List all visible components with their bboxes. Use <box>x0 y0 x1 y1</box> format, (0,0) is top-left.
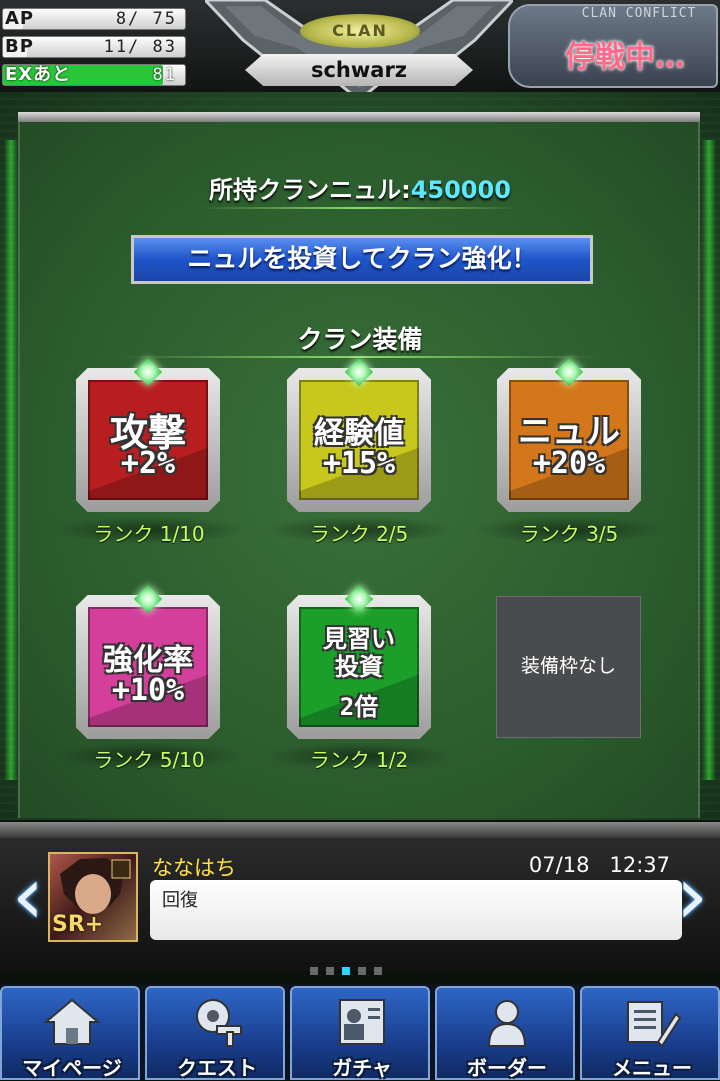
clan-nyuru-holdings: 所持クランニュル:450000 <box>0 170 720 205</box>
card-rank-apprentice-invest: ランク 1/2 <box>309 748 409 772</box>
pager-dot[interactable] <box>358 967 366 975</box>
quest-gear-icon <box>196 999 242 1047</box>
card-bonus: 2倍 <box>339 693 379 721</box>
ap-label: AP <box>5 8 35 29</box>
ex-value: 81 <box>152 65 177 85</box>
equip-card-exp[interactable]: 経験値 +15% <box>287 357 431 512</box>
right-circuit-glow <box>702 140 716 780</box>
prev-message-arrow-icon[interactable]: ‹ <box>12 850 44 942</box>
equip-card-enhance-rate[interactable]: 強化率 +10% <box>76 584 220 739</box>
card-bonus: +20% <box>532 446 606 481</box>
pager-dot[interactable] <box>342 967 350 975</box>
holdings-value: 450000 <box>410 176 511 204</box>
pager-dot[interactable] <box>310 967 318 975</box>
message-timestamp: 07/18 12:37 <box>529 853 670 877</box>
tab-gacha[interactable]: ガチャ <box>290 986 430 1080</box>
card-rank-nyuru: ランク 3/5 <box>519 522 619 546</box>
card-name: 見習い投資 <box>323 625 395 681</box>
clan-conflict-caption: CLAN CONFLICT <box>581 6 697 21</box>
clan-tag-badge: CLAN <box>300 14 420 48</box>
card-bonus: +10% <box>111 673 185 708</box>
holdings-label: 所持クランニュル: <box>209 176 411 204</box>
holdings-divider <box>200 207 520 209</box>
message-bubble: 回復 <box>150 880 682 940</box>
card-rank-enhance-rate: ランク 5/10 <box>93 748 205 772</box>
equip-card-apprentice-invest[interactable]: 見習い投資 2倍 <box>287 584 431 739</box>
left-circuit-glow <box>4 140 18 780</box>
bp-gauge: BP 11/ 83 <box>2 36 186 58</box>
card-bonus: +15% <box>322 446 396 481</box>
message-user-name[interactable]: ななはち <box>152 852 236 882</box>
ex-gauge: EXあと 81 <box>2 64 186 86</box>
tab-label: ガチャ <box>332 1056 392 1080</box>
bp-label: BP <box>5 36 34 57</box>
border-person-icon <box>487 1000 527 1047</box>
tab-border[interactable]: ボーダー <box>435 986 575 1080</box>
pager-dot[interactable] <box>374 967 382 975</box>
equip-card-attack[interactable]: 攻撃 +2% <box>76 357 220 512</box>
ex-label: EXあと <box>5 64 72 85</box>
tab-menu[interactable]: メニュー <box>580 986 720 1080</box>
empty-equip-slot[interactable]: 装備枠なし <box>496 596 641 738</box>
tab-mypage[interactable]: マイページ <box>0 986 140 1080</box>
message-date: 07/18 <box>528 853 590 877</box>
pager-dot[interactable] <box>326 967 334 975</box>
heading-divider <box>120 356 600 358</box>
panel-top-rail <box>18 112 700 122</box>
tab-quest[interactable]: クエスト <box>145 986 285 1080</box>
menu-tools-icon <box>627 1001 682 1048</box>
ap-gauge: AP 8/ 75 <box>2 8 186 30</box>
tab-label: クエスト <box>177 1056 257 1080</box>
ap-value: 8/ 75 <box>115 9 177 29</box>
clan-conflict-status: 停戦中… <box>565 40 685 75</box>
gacha-card-icon <box>339 999 385 1045</box>
tab-label: ボーダー <box>467 1056 547 1080</box>
invest-nyuru-button[interactable]: ニュルを投資してクラン強化！ <box>131 235 593 284</box>
message-panel-rail <box>0 822 720 838</box>
message-time: 12:37 <box>609 853 670 877</box>
clan-name: schwarz <box>310 58 408 82</box>
message-pager <box>310 967 410 975</box>
card-rarity-badge: SR+ <box>52 912 104 937</box>
home-icon <box>43 998 101 1045</box>
tab-label: マイページ <box>22 1056 122 1080</box>
equip-card-nyuru[interactable]: ニュル +20% <box>497 357 641 512</box>
card-bonus: +2% <box>120 446 176 481</box>
card-rank-exp: ランク 2/5 <box>309 522 409 546</box>
tab-label: メニュー <box>612 1056 692 1080</box>
card-rank-attack: ランク 1/10 <box>93 522 205 546</box>
bp-value: 11/ 83 <box>103 37 177 57</box>
clan-equipment-heading: クラン装備 <box>297 325 423 354</box>
